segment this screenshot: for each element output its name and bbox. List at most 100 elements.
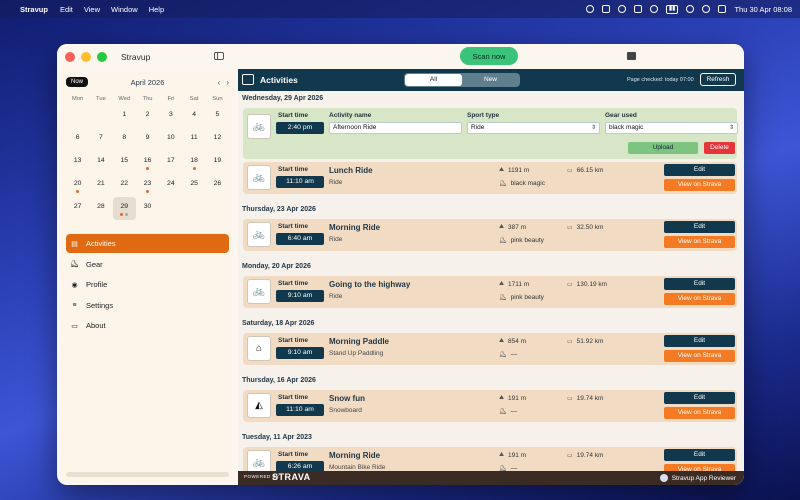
calendar-day[interactable]: 16 <box>136 151 159 174</box>
calendar-day[interactable]: 23 <box>136 174 159 197</box>
upload-button[interactable]: Upload <box>628 142 698 154</box>
calendar-day[interactable]: 29 <box>112 197 136 220</box>
edit-button[interactable]: Edit <box>664 335 735 347</box>
sidebar-item-about[interactable]: ▭ About <box>66 316 229 335</box>
sidebar-item-settings[interactable]: ≡ Settings <box>66 296 229 315</box>
clock-icon[interactable] <box>617 5 626 13</box>
sidebar-item-profile[interactable]: ◉ Profile <box>66 275 229 294</box>
date-header: Tuesday, 11 Apr 2023 <box>242 434 312 441</box>
calendar-day[interactable]: 26 <box>206 174 229 197</box>
date-header: Thursday, 23 Apr 2026 <box>242 206 316 213</box>
activity-name: Morning Ride <box>329 223 381 232</box>
calendar-day[interactable]: 25 <box>182 174 205 197</box>
tab-all[interactable]: All <box>405 74 462 86</box>
calendar-day[interactable]: 30 <box>136 197 159 220</box>
calendar-day[interactable]: 4 <box>182 105 205 128</box>
window-icon[interactable] <box>601 5 610 13</box>
date-header: Thursday, 16 Apr 2026 <box>242 377 316 384</box>
edit-button[interactable]: Edit <box>664 392 735 404</box>
menu-app-name[interactable]: Stravup <box>20 5 48 14</box>
sidebar-item-gear[interactable]: ⛸ Gear <box>66 255 229 274</box>
menu-edit[interactable]: Edit <box>60 5 73 14</box>
start-time-label: Start time <box>278 166 308 173</box>
calendar-day[interactable]: 14 <box>89 151 112 174</box>
menu-bar: Stravup Edit View Window Help ▮▮ Thu 30 … <box>0 0 800 18</box>
calendar-day[interactable]: 13 <box>66 151 89 174</box>
delete-button[interactable]: Delete <box>704 142 735 154</box>
refresh-button[interactable]: Refresh <box>700 73 736 86</box>
menu-datetime[interactable]: Thu 30 Apr 08:08 <box>734 5 792 14</box>
calendar-day[interactable]: 7 <box>89 128 112 151</box>
calendar-day[interactable]: 3 <box>159 105 182 128</box>
search-icon[interactable] <box>702 5 711 13</box>
zoom-window-button[interactable] <box>97 51 107 62</box>
calendar-day[interactable]: 27 <box>66 197 89 220</box>
prev-month-icon[interactable]: ‹ <box>218 78 221 87</box>
calendar-day[interactable]: 10 <box>159 128 182 151</box>
calendar-day[interactable]: 12 <box>206 128 229 151</box>
now-button[interactable]: Now <box>66 77 89 87</box>
view-on-strava-button[interactable]: View on Strava <box>664 236 735 248</box>
calendar-day[interactable]: 21 <box>89 174 112 197</box>
status-icon[interactable] <box>585 5 594 13</box>
sidebar-item-activities[interactable]: ▤ Activities <box>66 234 229 253</box>
menu-view[interactable]: View <box>84 5 100 14</box>
calendar-day[interactable]: 17 <box>159 151 182 174</box>
calendar-day[interactable]: 8 <box>113 128 136 151</box>
elevation-stat: ⛰ 1191 m <box>499 167 529 174</box>
gear-used-select[interactable]: black magic <box>605 122 738 134</box>
calendar-empty <box>66 105 89 128</box>
calendar-day[interactable]: 5 <box>206 105 229 128</box>
sport-type-select[interactable]: Ride <box>467 122 600 134</box>
menu-help[interactable]: Help <box>149 5 164 14</box>
calendar-day[interactable]: 18 <box>182 151 205 174</box>
view-on-strava-button[interactable]: View on Strava <box>664 350 735 362</box>
edit-button[interactable]: Edit <box>664 449 735 461</box>
calendar-day-number: 28 <box>97 203 105 210</box>
activity-name-field[interactable]: Afternoon Ride <box>329 122 462 134</box>
calendar-day[interactable]: 15 <box>113 151 136 174</box>
volume-icon[interactable] <box>649 5 658 13</box>
calendar-day[interactable]: 22 <box>113 174 136 197</box>
snowboard-icon: ◭ <box>247 393 271 418</box>
activity-list[interactable]: Wednesday, 29 Apr 2026 🚲 Start time 2:40… <box>238 91 744 471</box>
view-on-strava-button[interactable]: View on Strava <box>664 179 735 191</box>
sliders-icon: ≡ <box>72 301 77 309</box>
calendar-day[interactable]: 28 <box>89 197 112 220</box>
feedback-icon[interactable] <box>627 52 636 60</box>
reviewer-account[interactable]: Stravup App Reviewer <box>659 474 736 482</box>
close-window-button[interactable] <box>65 51 75 62</box>
calendar-day-number: 17 <box>167 157 175 164</box>
battery-icon[interactable]: ▮▮ <box>665 4 679 14</box>
control-center-icon[interactable] <box>718 5 727 13</box>
calendar-day[interactable]: 9 <box>136 128 159 151</box>
scan-now-button[interactable]: Scan now <box>460 47 518 65</box>
sidebar-toggle-icon[interactable] <box>214 52 224 60</box>
sidebar-scrollbar[interactable] <box>66 472 229 477</box>
tab-new[interactable]: New <box>462 74 519 86</box>
calendar-day[interactable]: 20 <box>66 174 89 197</box>
view-on-strava-button[interactable]: View on Strava <box>664 407 735 419</box>
next-month-icon[interactable]: › <box>226 78 229 87</box>
calendar-day[interactable]: 19 <box>206 151 229 174</box>
minimize-window-button[interactable] <box>81 51 91 62</box>
start-time-label: Start time <box>278 451 308 458</box>
menu-window[interactable]: Window <box>111 5 138 14</box>
start-time-value[interactable]: 2:40 pm <box>276 122 324 134</box>
calendar-day[interactable]: 24 <box>159 174 182 197</box>
wifi-icon[interactable] <box>686 5 695 13</box>
view-on-strava-button[interactable]: View on Strava <box>664 293 735 305</box>
calendar-day[interactable]: 6 <box>66 128 89 151</box>
start-time-label: Start time <box>278 112 308 119</box>
distance-stat: ▭ 66.15 km <box>567 167 603 174</box>
elevation-value: 1191 m <box>508 167 530 174</box>
sidebar-item-label: Settings <box>86 300 114 310</box>
display-icon[interactable] <box>633 5 642 13</box>
edit-button[interactable]: Edit <box>664 221 735 233</box>
view-on-strava-button[interactable]: View on Strava <box>664 464 735 471</box>
calendar-day[interactable]: 2 <box>136 105 159 128</box>
edit-button[interactable]: Edit <box>664 278 735 290</box>
calendar-day[interactable]: 11 <box>182 128 205 151</box>
edit-button[interactable]: Edit <box>664 164 735 176</box>
calendar-day[interactable]: 1 <box>113 105 136 128</box>
